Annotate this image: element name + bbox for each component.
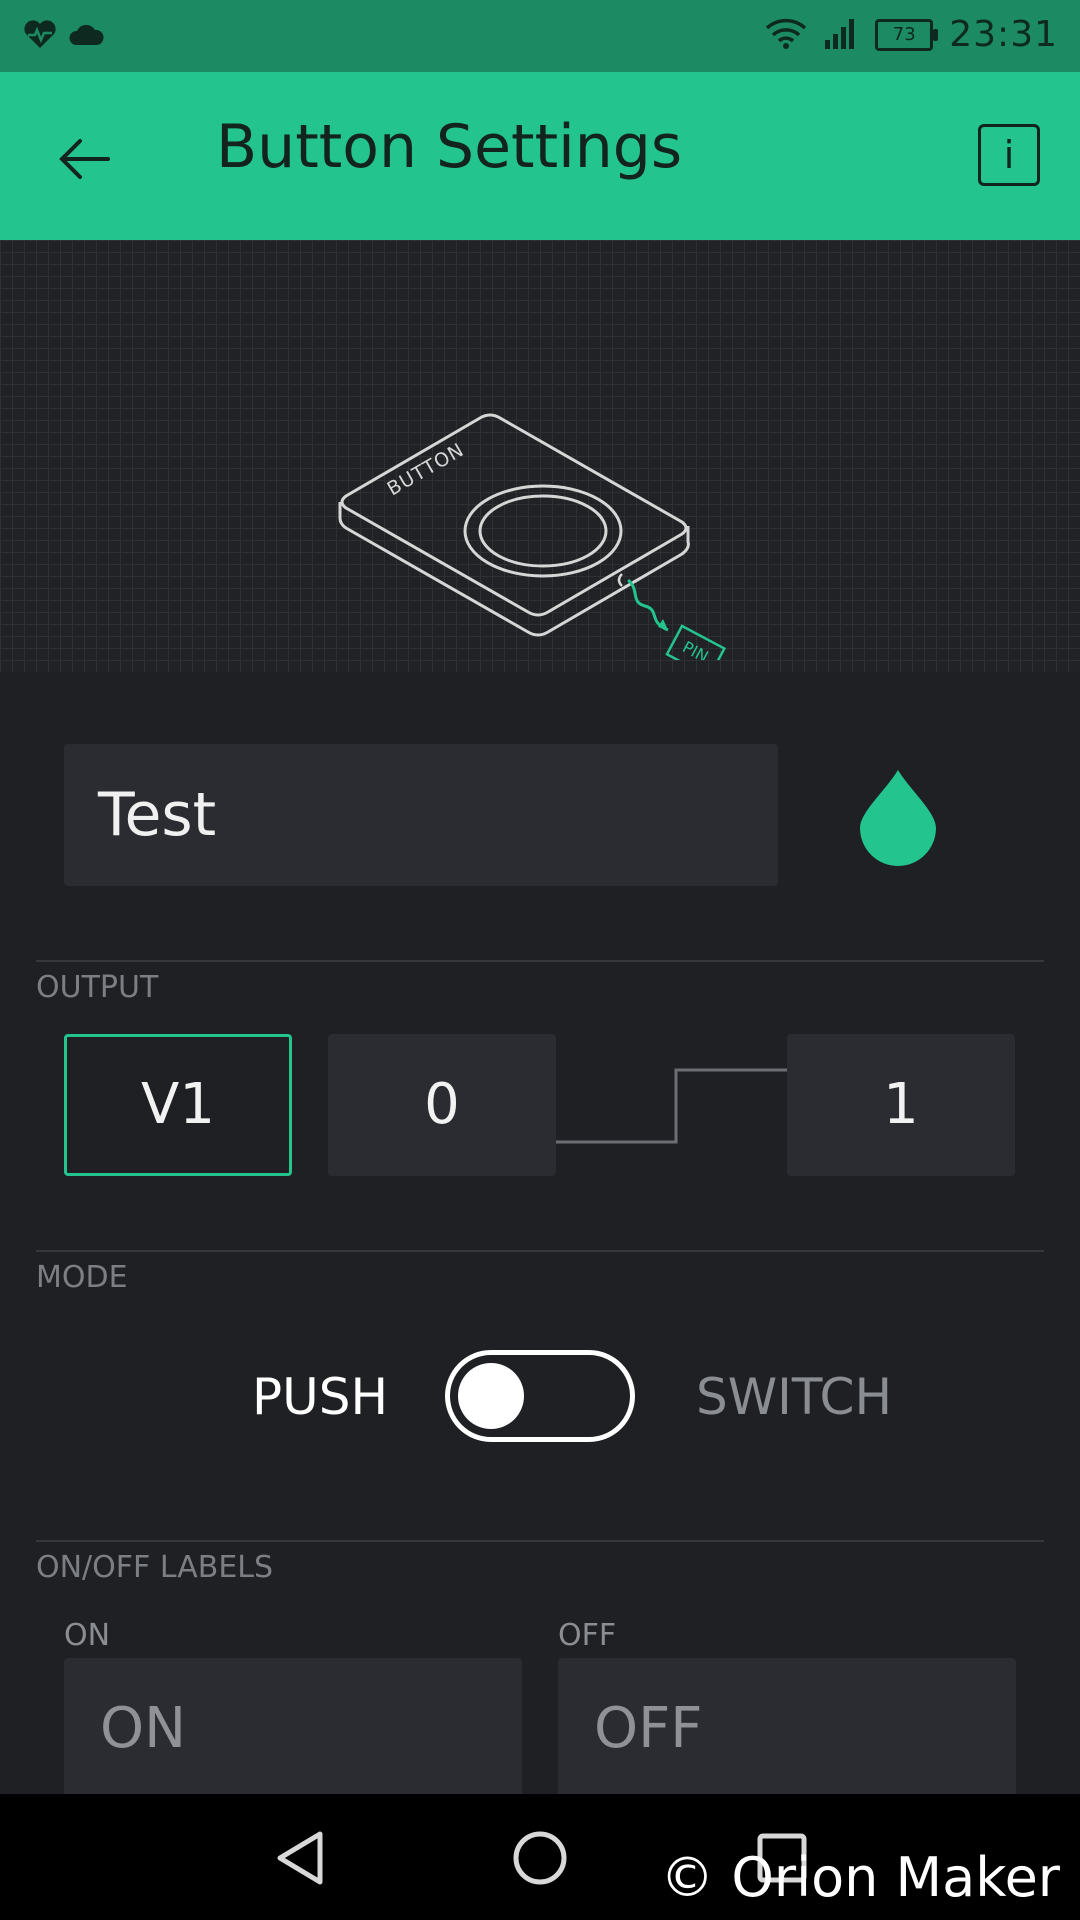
- button-device-illustration: PIN BUTTON: [338, 413, 727, 660]
- output-section-label: OUTPUT: [36, 970, 159, 1005]
- back-button[interactable]: [50, 124, 120, 194]
- labels-section-label: ON/OFF LABELS: [36, 1550, 274, 1585]
- signal-icon: [823, 16, 859, 54]
- page-title: Button Settings: [216, 112, 683, 182]
- color-drop-icon: [860, 770, 936, 866]
- off-caption: OFF: [558, 1618, 617, 1653]
- status-time: 23:31: [949, 14, 1058, 55]
- arrow-left-icon: [59, 139, 110, 179]
- widget-name-value: Test: [98, 780, 217, 850]
- mode-toggle[interactable]: [445, 1350, 635, 1442]
- cloud-icon: [68, 21, 104, 51]
- off-label-placeholder: OFF: [594, 1696, 703, 1761]
- labels-section: ON/OFF LABELS: [36, 1540, 1044, 1585]
- toggle-knob: [458, 1363, 524, 1429]
- output-section: OUTPUT: [36, 960, 1044, 1005]
- pin-label: PIN: [679, 637, 711, 660]
- on-label-placeholder: ON: [100, 1696, 186, 1761]
- on-caption: ON: [64, 1618, 111, 1653]
- mode-section: MODE: [36, 1250, 1044, 1295]
- back-triangle-icon[interactable]: [272, 1828, 332, 1888]
- widget-illustration: PIN BUTTON: [0, 240, 1080, 672]
- mode-push-label: PUSH: [252, 1368, 389, 1426]
- home-circle-icon[interactable]: [510, 1828, 570, 1888]
- heart-pulse-icon: [22, 18, 58, 54]
- low-value-input[interactable]: 0: [328, 1034, 556, 1176]
- app-bar: Button Settings i: [0, 72, 1080, 240]
- mode-section-label: MODE: [36, 1260, 128, 1295]
- on-label-input[interactable]: ON: [64, 1658, 522, 1800]
- signal-step-line: [556, 1068, 788, 1144]
- widget-name-input[interactable]: Test: [64, 744, 778, 886]
- status-right: 73 23:31: [765, 14, 1058, 55]
- wifi-icon: [765, 16, 807, 54]
- battery-indicator: 73: [875, 18, 939, 51]
- color-picker-button[interactable]: [858, 768, 938, 870]
- watermark: © Orion Maker: [660, 1846, 1060, 1909]
- info-button[interactable]: i: [978, 124, 1040, 186]
- high-value-input[interactable]: 1: [787, 1034, 1015, 1176]
- mode-switch-label: SWITCH: [696, 1368, 893, 1426]
- pin-selector[interactable]: V1: [64, 1034, 292, 1176]
- status-bar: 73 23:31: [0, 0, 1080, 72]
- off-label-input[interactable]: OFF: [558, 1658, 1016, 1800]
- status-left-icons: [22, 18, 104, 54]
